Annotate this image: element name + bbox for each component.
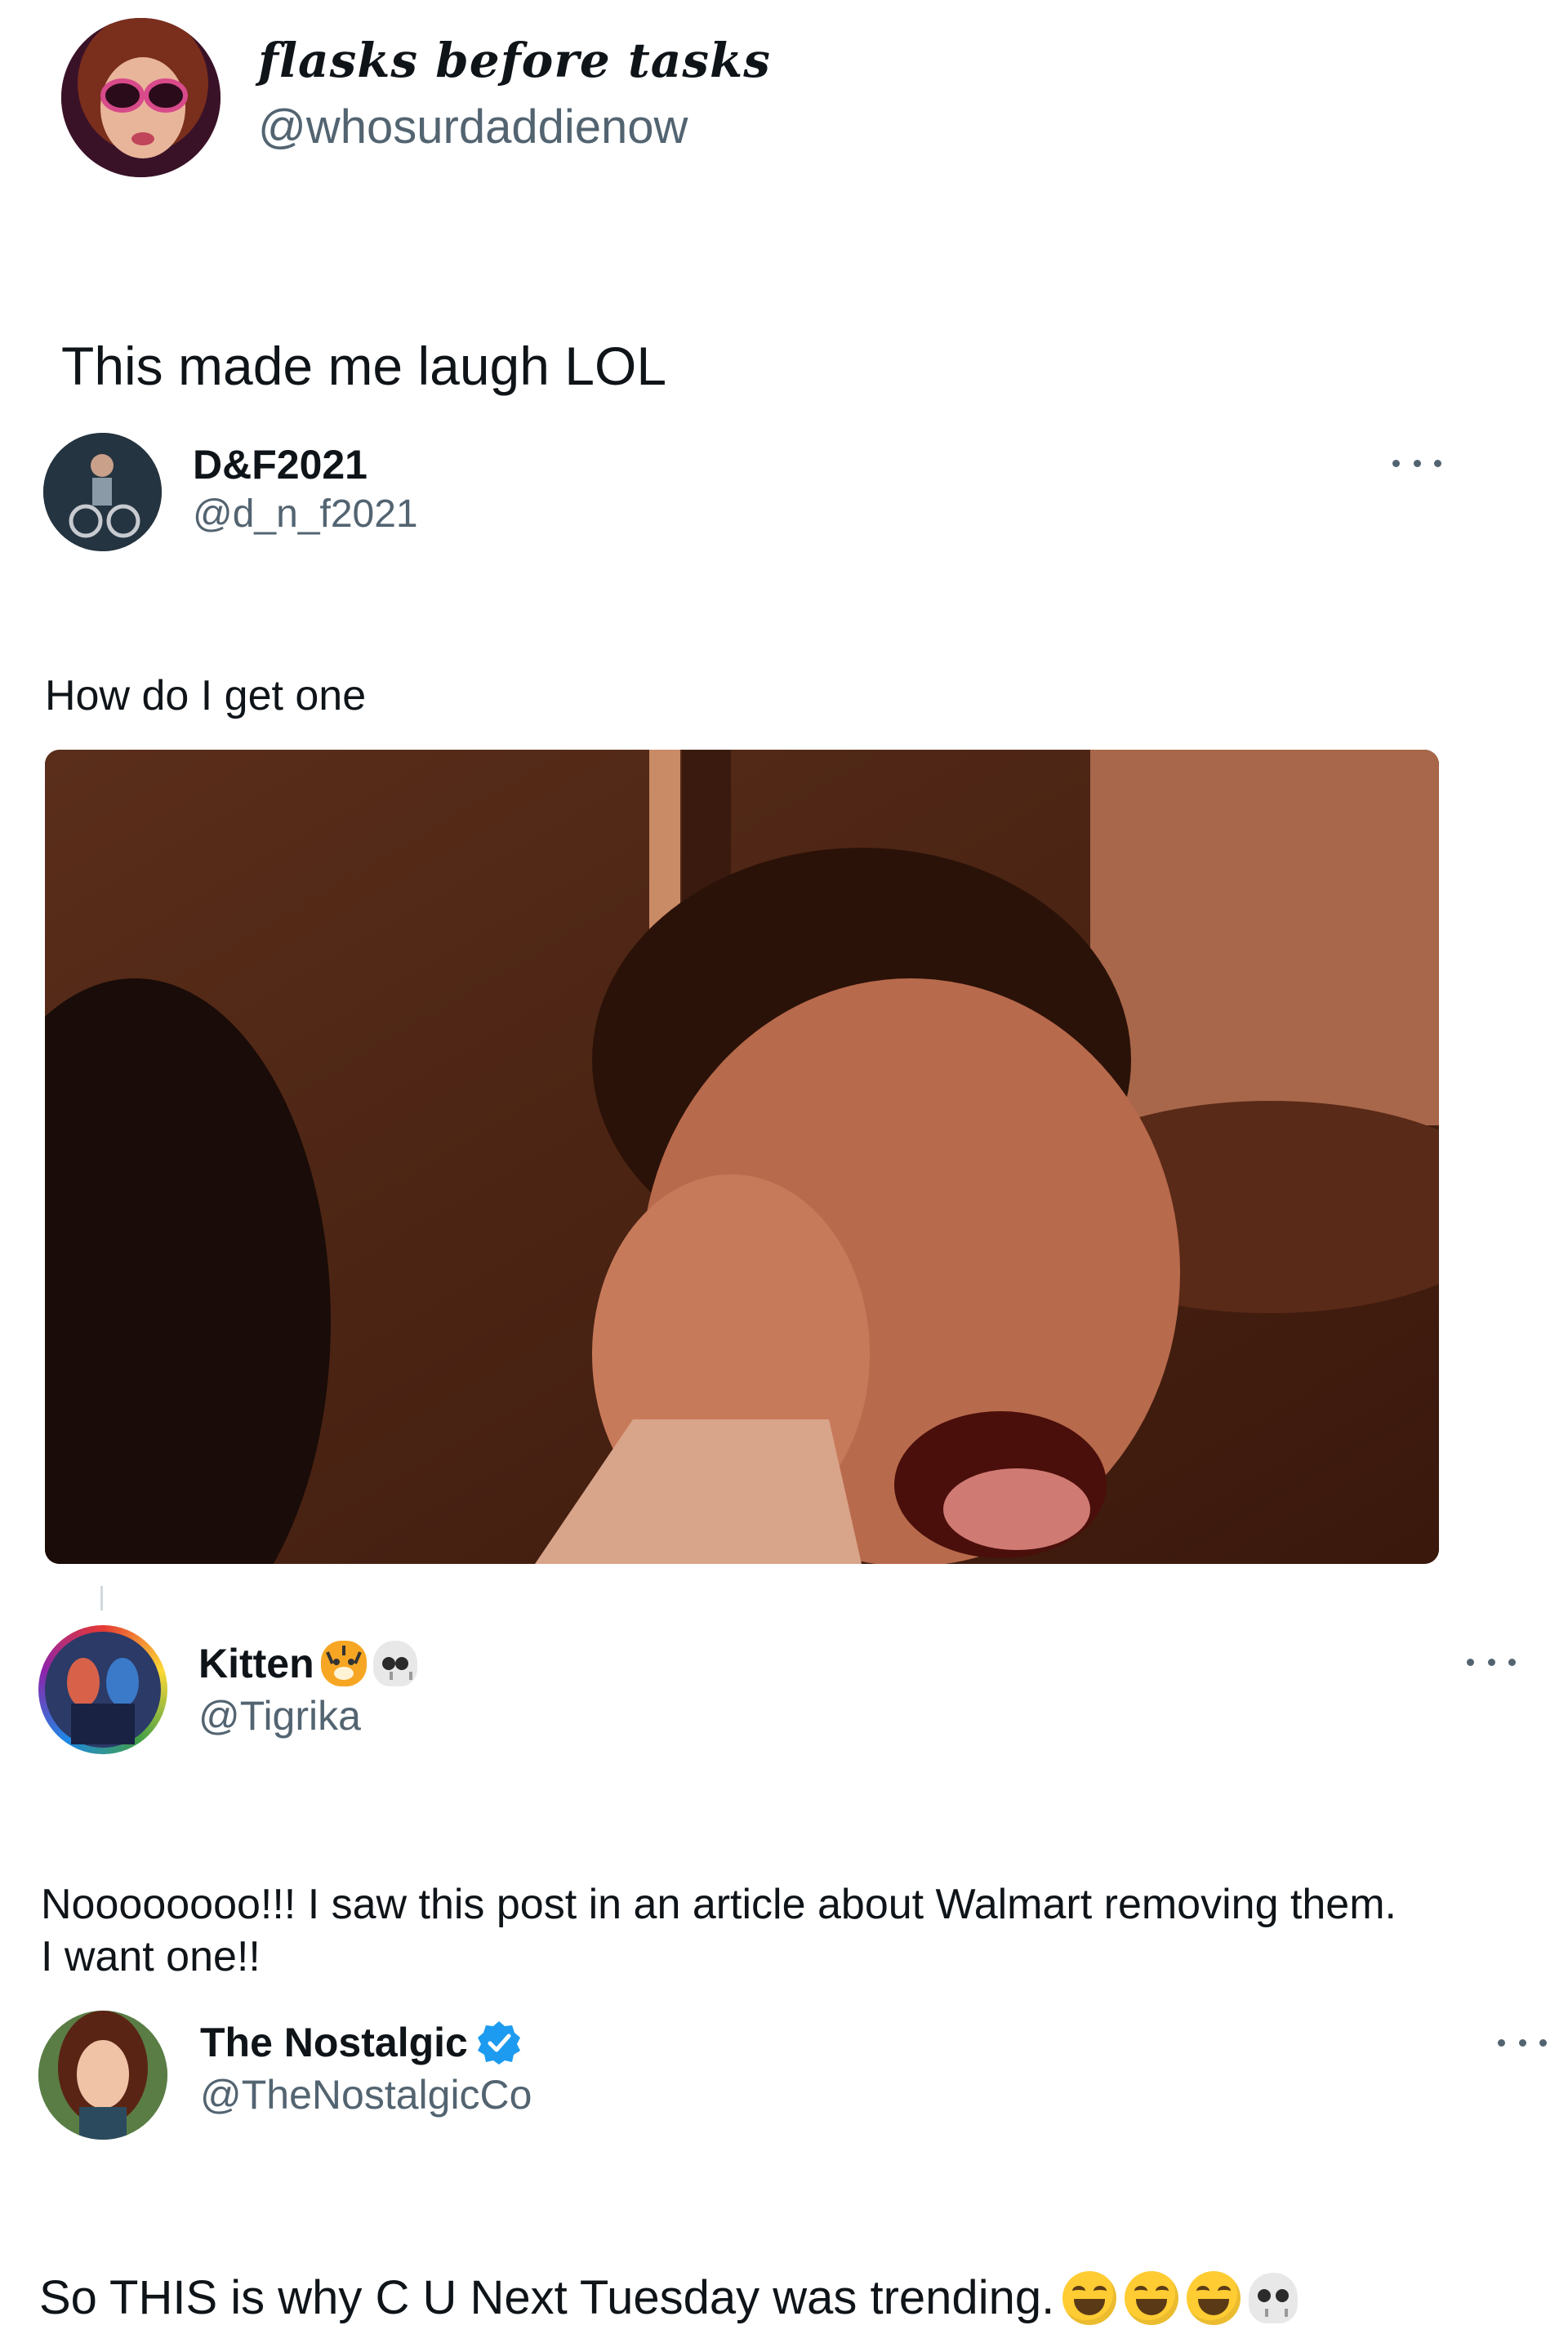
avatar-image [38,2011,167,2140]
post-author-name[interactable]: flasks before tasks [258,33,771,88]
media-image[interactable] [45,750,1439,1564]
quoted-2-text-line-1: Noooooooo!!! I saw this post in an artic… [41,1881,1396,1928]
laughing-emoji [1125,2270,1179,2325]
post-text: This made me laugh LOL [61,336,667,396]
quoted-3-author-name[interactable]: The Nostalgic [200,2019,522,2066]
more-horizontal-icon[interactable] [1467,1654,1516,1670]
avatar-tigrika[interactable] [38,1625,167,1754]
avatar-d-n-f2021[interactable] [43,433,162,551]
verified-badge-icon [476,2020,522,2065]
quoted-3-text-content: So THIS is why C U Next Tuesday was tren… [39,2271,1055,2324]
quoted-2-author-handle[interactable]: @Tigrika [198,1692,361,1740]
avatar-image [45,1632,161,1748]
quoted-1-text: How do I get one [45,672,367,719]
quoted-3-author-handle[interactable]: @TheNostalgicCo [200,2071,532,2118]
quoted-1-author-handle[interactable]: @d_n_f2021 [193,492,418,537]
more-horizontal-icon[interactable] [1498,2034,1547,2051]
quoted-3-author-name-text: The Nostalgic [200,2020,468,2065]
laughing-emoji [1187,2270,1241,2325]
skull-emoji [1249,2272,1298,2323]
avatar-image [43,433,162,551]
thread-connector-line [100,1586,103,1610]
laughing-man-gif [45,750,1439,1564]
quoted-2-author-name-text: Kitten [198,1641,314,1686]
quoted-2-text-line-2: I want one!! [41,1933,261,1980]
avatar-image [61,18,220,177]
quoted-2-author-name[interactable]: Kitten [198,1640,417,1687]
tiger-face-emoji [320,1641,367,1686]
quoted-3-text: So THIS is why C U Next Tuesday was tren… [39,2270,1298,2325]
quoted-1-author-name[interactable]: D&F2021 [193,441,368,488]
avatar-thenostalgicco[interactable] [38,2011,167,2140]
laughing-emoji [1062,2270,1117,2325]
skull-emoji [372,1641,417,1686]
more-horizontal-icon[interactable] [1392,455,1441,471]
post-author-handle[interactable]: @whosurdaddienow [258,100,688,154]
avatar-whosurdaddienow[interactable] [61,18,220,177]
